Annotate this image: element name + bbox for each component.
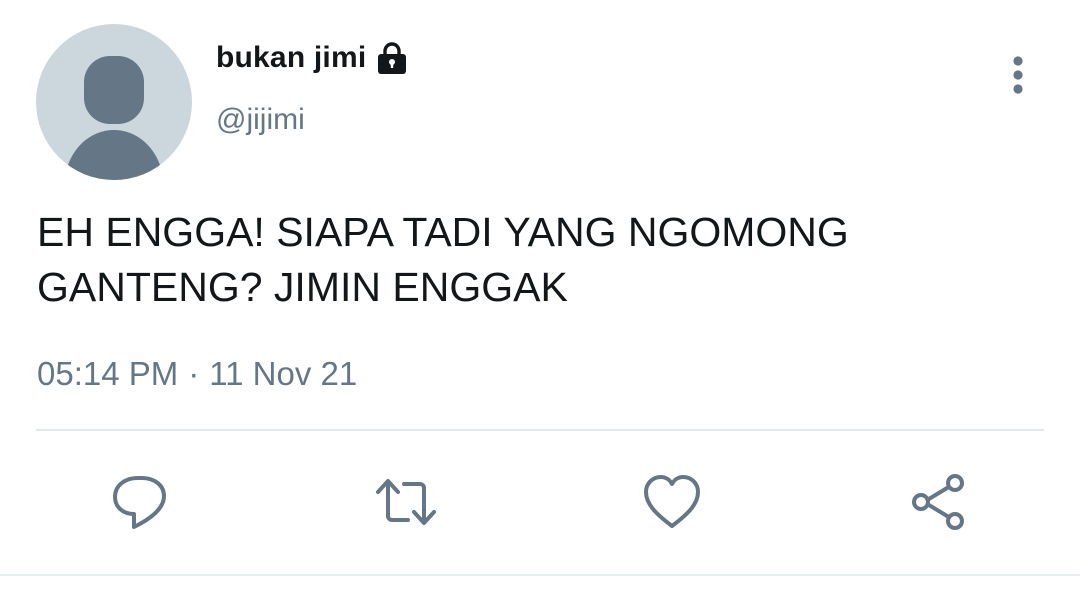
display-name-row: bukan jimi xyxy=(216,40,410,76)
retweet-icon xyxy=(376,479,436,525)
speech-bubble-icon xyxy=(113,476,166,529)
like-button[interactable] xyxy=(640,470,704,534)
share-icon xyxy=(912,474,964,530)
retweet-button[interactable] xyxy=(374,470,438,534)
default-avatar-icon xyxy=(64,56,164,180)
tweet-text: EH ENGGA! SIAPA TADI YANG NGOMONG GANTEN… xyxy=(37,209,849,310)
reply-button[interactable] xyxy=(108,470,172,534)
bottom-divider xyxy=(0,574,1080,576)
display-name[interactable]: bukan jimi xyxy=(216,41,366,75)
user-handle[interactable]: @jijimi xyxy=(216,103,305,137)
more-options-button[interactable] xyxy=(998,52,1038,98)
tweet-date: 11 Nov 21 xyxy=(209,355,358,392)
vertical-ellipsis-icon xyxy=(1013,56,1023,94)
tweet-time: 05:14 PM xyxy=(37,355,179,392)
divider xyxy=(36,429,1044,431)
heart-icon xyxy=(644,475,700,528)
share-button[interactable] xyxy=(906,470,970,534)
lock-icon xyxy=(374,40,410,76)
avatar[interactable] xyxy=(36,24,192,180)
meta-separator: · xyxy=(188,355,200,392)
tweet-card: bukan jimi @jijimi EH ENGGA! SIAPA TADI … xyxy=(0,0,1080,594)
tweet-timestamp[interactable]: 05:14 PM · 11 Nov 21 xyxy=(37,355,357,393)
